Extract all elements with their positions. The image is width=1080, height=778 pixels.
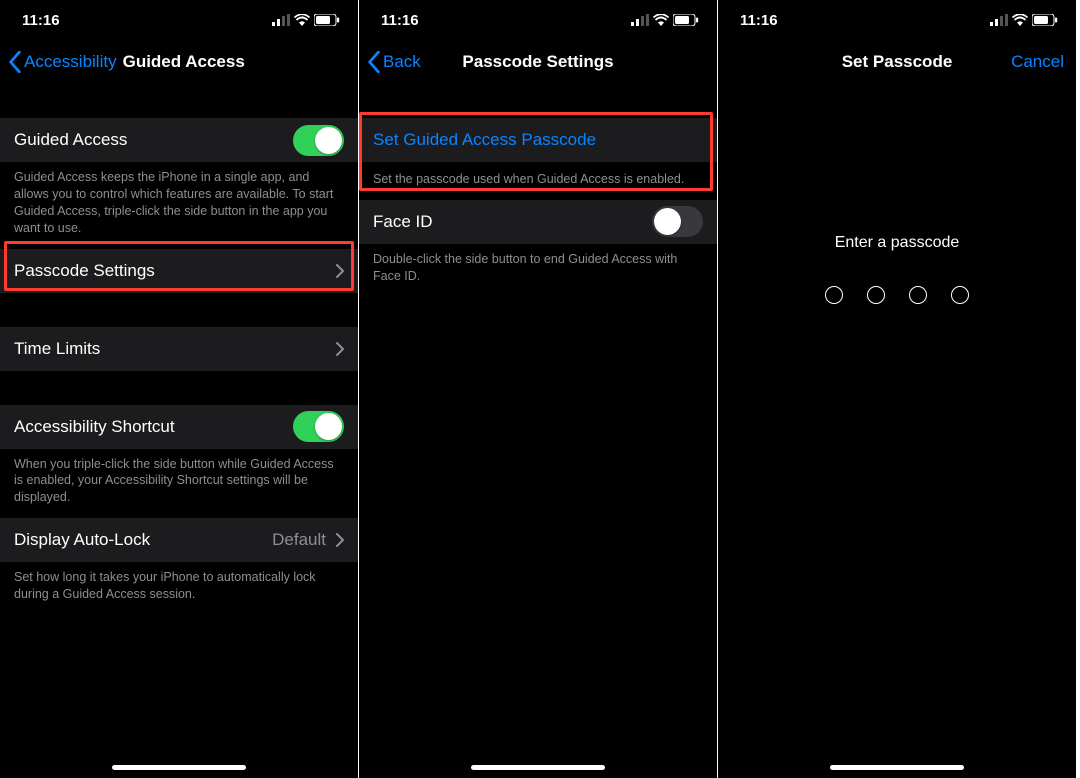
status-icons — [990, 14, 1058, 26]
navbar: Accessibility Guided Access — [0, 40, 358, 84]
row-face-id[interactable]: Face ID — [359, 200, 717, 244]
status-time: 11:16 — [381, 12, 419, 29]
page-title: Guided Access — [123, 52, 245, 72]
row-label: Accessibility Shortcut — [14, 417, 175, 437]
cancel-button[interactable]: Cancel — [1011, 40, 1064, 84]
row-label: Display Auto-Lock — [14, 530, 150, 550]
toggle-face-id[interactable] — [652, 206, 703, 237]
screen-passcode-settings: 11:16 Back Passcode Settings Set Guided … — [359, 0, 717, 778]
status-time: 11:16 — [740, 12, 778, 29]
wifi-icon — [294, 14, 310, 26]
cellular-icon — [272, 14, 290, 26]
status-time: 11:16 — [22, 12, 60, 29]
chevron-right-icon — [336, 533, 344, 547]
cellular-icon — [990, 14, 1008, 26]
chevron-right-icon — [336, 264, 344, 278]
back-button[interactable]: Accessibility — [8, 51, 117, 73]
status-icons — [631, 14, 699, 26]
navbar: Back Passcode Settings — [359, 40, 717, 84]
home-indicator[interactable] — [830, 765, 964, 770]
row-passcode-settings[interactable]: Passcode Settings — [0, 249, 358, 293]
battery-icon — [1032, 14, 1058, 26]
passcode-dots[interactable] — [718, 286, 1076, 304]
footer-guided-access: Guided Access keeps the iPhone in a sing… — [0, 162, 358, 249]
passcode-dot — [909, 286, 927, 304]
cellular-icon — [631, 14, 649, 26]
footer-display-auto-lock: Set how long it takes your iPhone to aut… — [0, 562, 358, 615]
wifi-icon — [1012, 14, 1028, 26]
row-accessibility-shortcut[interactable]: Accessibility Shortcut — [0, 405, 358, 449]
passcode-dot — [951, 286, 969, 304]
row-time-limits[interactable]: Time Limits — [0, 327, 358, 371]
row-label: Guided Access — [14, 130, 127, 150]
passcode-dot — [867, 286, 885, 304]
row-guided-access[interactable]: Guided Access — [0, 118, 358, 162]
screen-guided-access: 11:16 Accessibility Guided Access Guided… — [0, 0, 358, 778]
status-icons — [272, 14, 340, 26]
row-set-guided-access-passcode[interactable]: Set Guided Access Passcode — [359, 118, 717, 162]
chevron-back-icon — [8, 51, 22, 73]
battery-icon — [673, 14, 699, 26]
row-label: Time Limits — [14, 339, 100, 359]
footer-set-passcode: Set the passcode used when Guided Access… — [359, 162, 717, 200]
status-bar: 11:16 — [718, 0, 1076, 40]
status-bar: 11:16 — [0, 0, 358, 40]
row-display-auto-lock[interactable]: Display Auto-Lock Default — [0, 518, 358, 562]
back-label: Accessibility — [24, 52, 117, 72]
home-indicator[interactable] — [471, 765, 605, 770]
row-value: Default — [272, 530, 326, 550]
wifi-icon — [653, 14, 669, 26]
passcode-prompt: Enter a passcode — [718, 234, 1076, 252]
footer-face-id: Double-click the side button to end Guid… — [359, 244, 717, 297]
footer-accessibility-shortcut: When you triple-click the side button wh… — [0, 449, 358, 519]
row-label: Face ID — [373, 212, 433, 232]
passcode-entry: Enter a passcode — [718, 234, 1076, 304]
toggle-guided-access[interactable] — [293, 125, 344, 156]
chevron-right-icon — [336, 342, 344, 356]
battery-icon — [314, 14, 340, 26]
back-button[interactable]: Back — [367, 51, 421, 73]
home-indicator[interactable] — [112, 765, 246, 770]
back-label: Back — [383, 52, 421, 72]
chevron-back-icon — [367, 51, 381, 73]
navbar: Set Passcode Cancel — [718, 40, 1076, 84]
row-label: Passcode Settings — [14, 261, 155, 281]
row-label: Set Guided Access Passcode — [373, 130, 596, 150]
screen-set-passcode: 11:16 Set Passcode Cancel Enter a passco… — [718, 0, 1076, 778]
status-bar: 11:16 — [359, 0, 717, 40]
passcode-dot — [825, 286, 843, 304]
toggle-accessibility-shortcut[interactable] — [293, 411, 344, 442]
